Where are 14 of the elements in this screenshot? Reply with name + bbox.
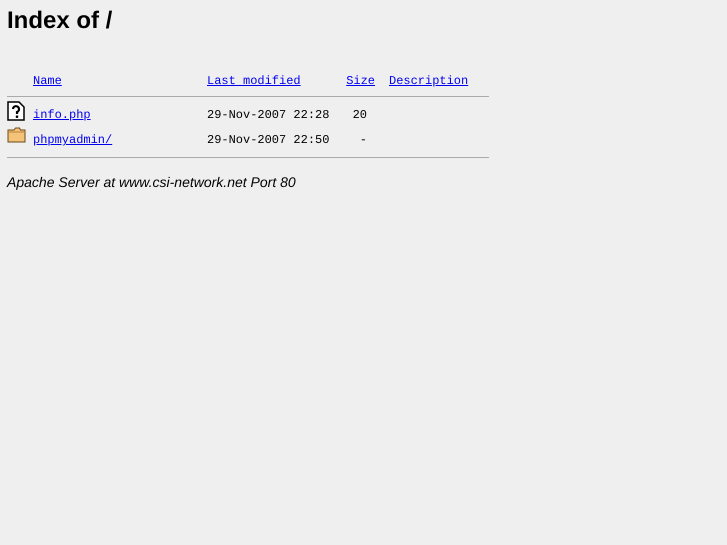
folder-icon bbox=[7, 127, 26, 144]
column-header-link[interactable]: Name bbox=[33, 74, 62, 88]
server-footer: Apache Server at www.csi-network.net Port 80 bbox=[7, 172, 720, 194]
page-title: Index of / bbox=[7, 8, 114, 34]
column-header-link[interactable]: Last modified bbox=[207, 74, 301, 88]
file-size: 20 bbox=[352, 108, 367, 122]
modified-date: 29-Nov-2007 22:50 bbox=[207, 133, 330, 148]
unknown-file-icon bbox=[7, 101, 25, 122]
file-link[interactable]: phpmyadmin/ bbox=[33, 133, 112, 148]
file-link[interactable]: info.php bbox=[33, 108, 91, 122]
column-header-link[interactable]: Size bbox=[346, 74, 375, 88]
column-header-link[interactable]: Description bbox=[389, 74, 468, 88]
modified-date: 29-Nov-2007 22:28 bbox=[207, 108, 330, 122]
file-size: - bbox=[360, 133, 367, 148]
